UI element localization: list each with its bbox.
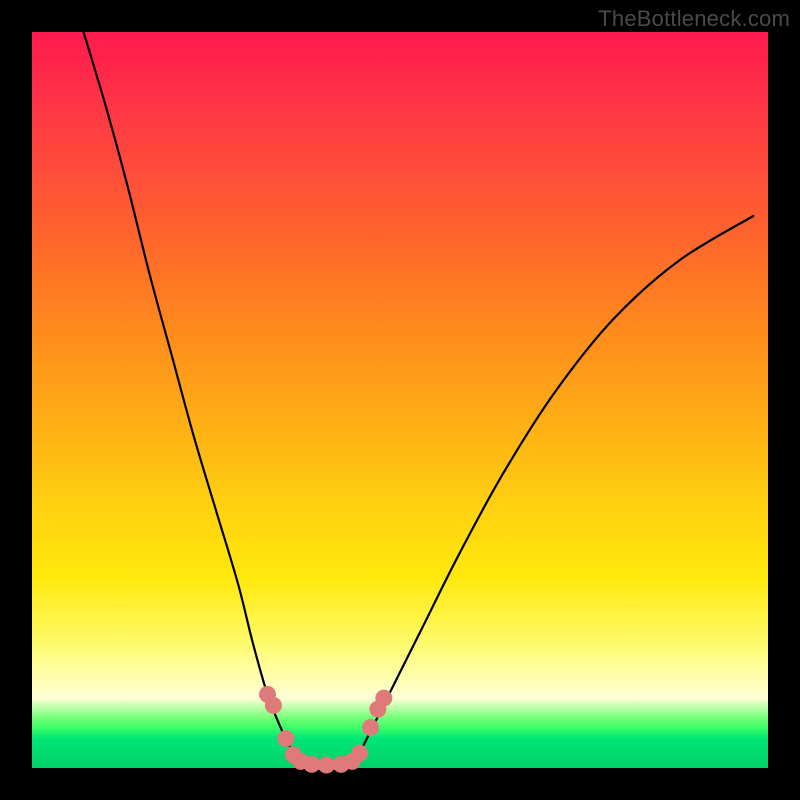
curve-left <box>84 32 297 761</box>
marker-dot <box>375 690 392 707</box>
marker-dot <box>265 697 282 714</box>
marker-dot <box>277 730 294 747</box>
highlight-markers <box>259 686 392 774</box>
plot-area <box>32 32 768 768</box>
outer-frame: TheBottleneck.com <box>0 0 800 800</box>
marker-dot <box>351 745 368 762</box>
curve-right <box>356 216 753 761</box>
watermark-text: TheBottleneck.com <box>598 6 790 32</box>
marker-dot <box>303 756 320 773</box>
marker-dot <box>318 757 335 774</box>
marker-dot <box>362 719 379 736</box>
chart-svg <box>32 32 768 768</box>
